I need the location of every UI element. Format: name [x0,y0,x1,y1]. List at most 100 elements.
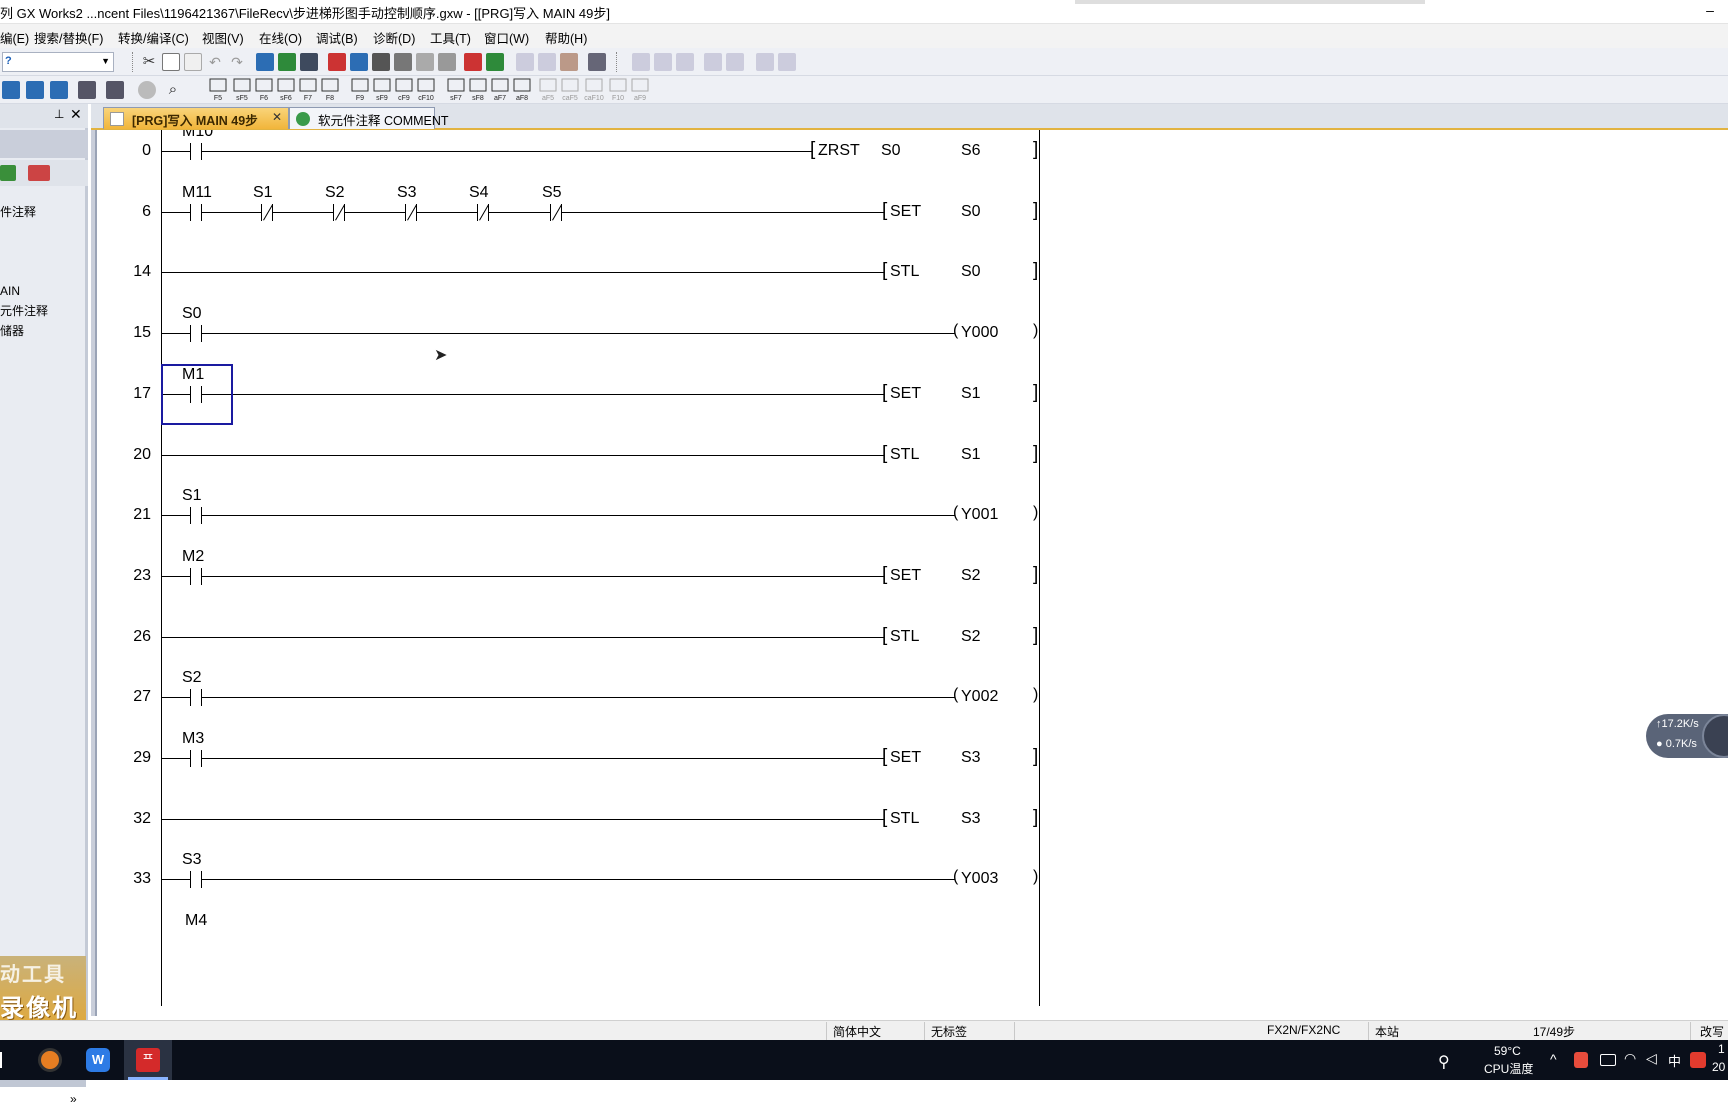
pin-icon[interactable]: ⊥ [54,107,64,121]
ladder-symbol-button[interactable]: F9 [351,78,369,102]
clock-time[interactable]: 1 [1718,1042,1725,1056]
program-check-icon[interactable] [278,53,296,71]
ime-indicator[interactable]: 中 [1668,1051,1681,1070]
copy-icon[interactable] [162,53,180,71]
ladder-symbol-button[interactable]: sF6 [277,78,295,102]
paste-icon[interactable] [184,53,202,71]
start-simulation-icon[interactable] [464,53,482,71]
menu-online[interactable]: 在线(O) [259,28,302,47]
ladder-symbol-button[interactable]: aF7 [491,78,509,102]
ladder-rung[interactable] [95,789,1095,839]
people-icon[interactable]: ⚲ [1438,1052,1450,1072]
comment-icon[interactable] [106,81,124,99]
taskbar-app-gxworks[interactable]: ᄑ [124,1040,172,1080]
device-icon[interactable] [50,81,68,99]
tree-item-device-comment[interactable]: 件注释 [0,203,36,220]
expand-chevron-icon[interactable]: » [70,1092,77,1106]
device-icon[interactable] [26,81,44,99]
close-icon[interactable]: ✕ [70,106,82,123]
navigator-toolbar [0,160,88,186]
ladder-symbol-button[interactable]: caF5 [561,78,579,102]
ladder-symbol-button[interactable]: cF9 [395,78,413,102]
battery-icon[interactable] [1600,1054,1616,1066]
online-change-icon[interactable] [438,53,456,71]
window-icon[interactable] [588,53,606,71]
ladder-rung[interactable] [95,182,1095,232]
menu-search-replace[interactable]: 搜索/替换(F) [34,28,103,47]
ladder-symbol-button[interactable]: F5 [209,78,227,102]
ladder-rung[interactable] [95,728,1095,778]
ladder-symbol-button[interactable]: aF5 [539,78,557,102]
taskbar-app-browser[interactable] [26,1040,74,1080]
tree-item-main[interactable]: AIN [0,284,20,298]
tab-close-icon[interactable]: ✕ [272,110,282,124]
stop-simulation-icon[interactable] [486,53,504,71]
clock-date[interactable]: 20 [1712,1060,1725,1074]
tree-item-comment[interactable]: 元件注释 [0,302,48,319]
redo-icon[interactable]: ↷ [228,53,246,71]
minimize-button[interactable]: – [1692,0,1728,24]
rung-wire [201,394,884,395]
menu-window[interactable]: 窗口(W) [484,28,529,47]
taskbar-app-wps[interactable]: W [74,1040,122,1080]
menu-edit[interactable]: 编(E) [0,28,29,47]
menu-debug[interactable]: 调试(B) [316,28,358,47]
help-circle-icon[interactable] [138,81,156,99]
refresh-icon[interactable] [0,165,16,181]
ladder-symbol-button[interactable]: sF5 [233,78,251,102]
tab-device-comment[interactable]: 软元件注释 COMMENT [289,107,449,129]
ladder-rung[interactable] [95,849,1095,899]
tab-main-program[interactable]: [PRG]写入 MAIN 49步 ✕ [103,107,289,129]
ladder-symbol-icon [209,78,227,92]
edit-icon[interactable] [560,53,578,71]
sogou-ime-icon[interactable] [1690,1052,1706,1068]
ladder-rung[interactable] [95,242,1095,292]
network-speed-widget[interactable]: ↑17.2K/s ● 0.7K/s [1646,714,1728,758]
cut-icon[interactable]: ✂ [140,53,158,71]
device-icon[interactable] [2,81,20,99]
ladder-rung[interactable] [95,364,1095,414]
monitor-icon[interactable] [372,53,390,71]
wifi-icon[interactable]: ◠ [1624,1050,1636,1067]
project-combo[interactable]: ? ▼ [2,52,114,72]
write-to-plc-icon[interactable] [328,53,346,71]
device-search-icon[interactable] [256,53,274,71]
menu-view[interactable]: 视图(V) [202,28,244,47]
ladder-rung[interactable] [95,607,1095,657]
ladder-symbol-button[interactable]: sF8 [469,78,487,102]
tray-expand-icon[interactable]: ^ [1550,1051,1557,1067]
rung-wire [161,576,190,577]
project-settings-icon[interactable] [28,165,50,181]
ladder-rung[interactable] [95,485,1095,535]
ladder-rung[interactable] [95,303,1095,353]
undo-icon[interactable]: ↶ [206,53,224,71]
ladder-rung[interactable] [95,667,1095,717]
ladder-editor[interactable]: 0 M10[ZRST S0 S6] 6 M11 S1 S2 S3 S4 S5[SET S0] 14[ST… [91,130,1728,1016]
menu-help[interactable]: 帮助(H) [545,28,587,47]
menu-tools[interactable]: 工具(T) [430,28,471,47]
ladder-rung[interactable] [95,546,1095,596]
cross-reference-icon[interactable] [300,53,318,71]
ladder-symbol-button[interactable]: sF9 [373,78,391,102]
ladder-symbol-button[interactable]: aF9 [631,78,649,102]
menu-diagnostics[interactable]: 诊断(D) [373,28,415,47]
ladder-symbol-button[interactable]: F7 [299,78,317,102]
volume-icon[interactable]: ◁ [1646,1050,1657,1067]
ladder-symbol-button[interactable]: F10 [609,78,627,102]
ladder-symbol-button[interactable]: F8 [321,78,339,102]
menu-convert-compile[interactable]: 转换/编译(C) [118,28,189,47]
binoculars-icon[interactable]: ⌕ [164,81,182,99]
monitor-write-icon[interactable] [416,53,434,71]
step-number: 15 [133,324,151,341]
tree-item-memory[interactable]: 储器 [0,322,24,339]
ladder-symbol-button[interactable]: F6 [255,78,273,102]
ladder-symbol-button[interactable]: aF8 [513,78,531,102]
read-from-plc-icon[interactable] [350,53,368,71]
monitor-stop-icon[interactable] [394,53,412,71]
ladder-rung[interactable] [95,425,1095,475]
ladder-symbol-button[interactable]: cF10 [417,78,435,102]
view-icon[interactable] [78,81,96,99]
tray-app-icon[interactable] [1574,1052,1588,1068]
ladder-symbol-button[interactable]: caF10 [584,78,604,102]
ladder-symbol-button[interactable]: sF7 [447,78,465,102]
